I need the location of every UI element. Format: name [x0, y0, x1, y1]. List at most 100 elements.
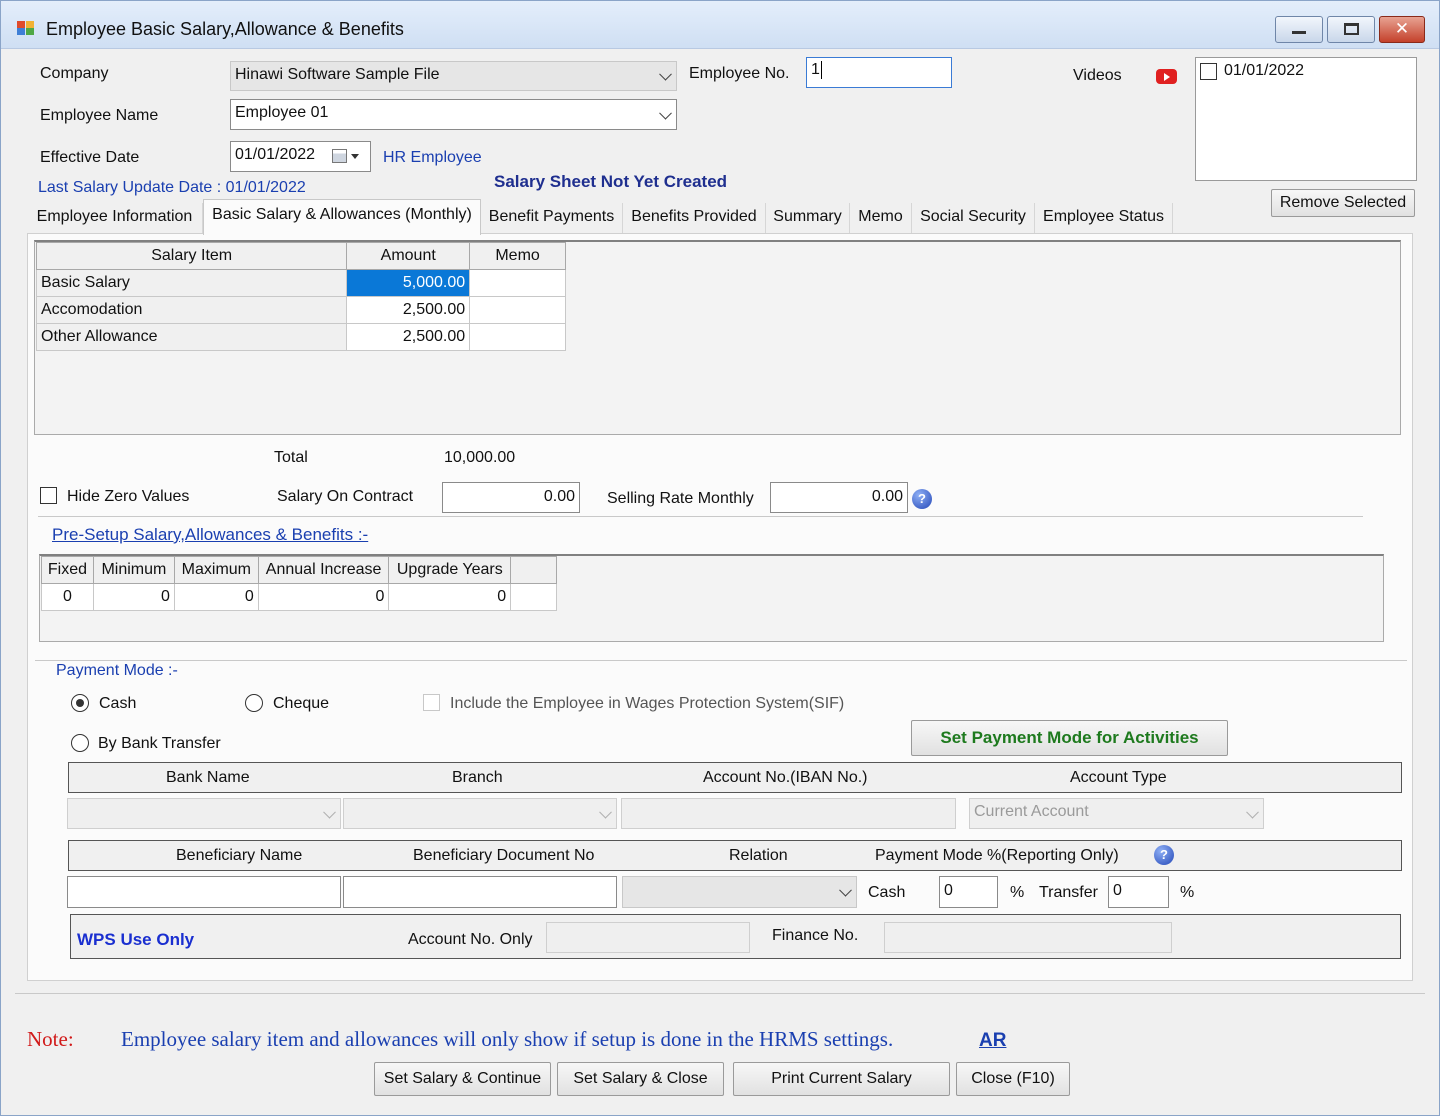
set-payment-mode-button[interactable]: Set Payment Mode for Activities — [911, 720, 1228, 756]
beneficiary-document-header: Beneficiary Document No — [413, 847, 595, 864]
account-type-select[interactable]: Current Account — [969, 798, 1264, 829]
cash-pct-input[interactable]: 0 — [939, 876, 998, 908]
employee-name-select[interactable]: Employee 01 — [230, 99, 677, 130]
account-no-only-input[interactable] — [546, 922, 750, 953]
cash-pct-sign: % — [1010, 884, 1025, 901]
employee-name-value: Employee 01 — [235, 104, 329, 121]
ar-link[interactable]: AR — [979, 1030, 1006, 1052]
column-header-amount[interactable]: Amount — [346, 242, 471, 270]
account-no-only-label: Account No. Only — [408, 931, 533, 948]
videos-label: Videos — [1073, 67, 1122, 84]
account-no-input[interactable] — [621, 798, 956, 829]
tab-summary[interactable]: Summary — [766, 203, 850, 233]
tab-memo[interactable]: Memo — [850, 203, 912, 233]
hr-employee-link[interactable]: HR Employee — [383, 149, 482, 167]
employee-no-value: 1 — [811, 61, 820, 79]
table-row[interactable]: Accomodation 2,500.00 — [35, 296, 566, 324]
beneficiary-document-input[interactable] — [343, 876, 617, 908]
cash-radio[interactable] — [71, 694, 89, 712]
memo-cell[interactable] — [469, 323, 566, 351]
wps-checkbox[interactable] — [423, 694, 440, 711]
remove-selected-button[interactable]: Remove Selected — [1271, 189, 1415, 217]
tab-employee-status[interactable]: Employee Status — [1035, 203, 1173, 233]
table-row[interactable]: Other Allowance 2,500.00 — [35, 323, 566, 351]
help-icon[interactable]: ? — [1154, 845, 1174, 865]
maximum-cell[interactable]: 0 — [173, 583, 259, 611]
chevron-down-icon — [1246, 805, 1259, 819]
effective-date-list[interactable]: 01/01/2022 — [1195, 57, 1417, 181]
salary-item-cell[interactable]: Basic Salary — [35, 269, 348, 297]
close-icon: ✕ — [1394, 19, 1410, 38]
minimize-icon — [1292, 31, 1306, 34]
payment-mode-pct-header: Payment Mode %(Reporting Only) — [875, 847, 1119, 864]
help-icon[interactable]: ? — [912, 489, 932, 509]
column-header-upgrade-years[interactable]: Upgrade Years — [388, 556, 512, 584]
effective-date-picker[interactable]: 01/01/2022 — [230, 141, 371, 172]
transfer-pct-input[interactable]: 0 — [1108, 876, 1169, 908]
bank-transfer-radio[interactable] — [71, 734, 89, 752]
effective-date-value: 01/01/2022 — [235, 146, 316, 163]
annual-increase-cell[interactable]: 0 — [257, 583, 390, 611]
tab-employee-information[interactable]: Employee Information — [27, 203, 203, 233]
hide-zero-checkbox[interactable] — [40, 487, 57, 504]
close-window-button[interactable]: ✕ — [1379, 16, 1425, 43]
employee-no-input[interactable]: 1 — [806, 57, 952, 88]
salary-item-cell[interactable]: Other Allowance — [35, 323, 348, 351]
column-header-memo[interactable]: Memo — [469, 242, 566, 270]
divider — [15, 993, 1425, 994]
column-header-annual-increase[interactable]: Annual Increase — [257, 556, 390, 584]
branch-select[interactable] — [343, 798, 617, 829]
company-select[interactable]: Hinawi Software Sample File — [230, 61, 677, 91]
amount-cell[interactable]: 2,500.00 — [346, 296, 471, 324]
column-header-fixed[interactable]: Fixed — [41, 556, 94, 584]
salary-item-cell[interactable]: Accomodation — [35, 296, 348, 324]
memo-cell[interactable] — [469, 296, 566, 324]
set-salary-close-button[interactable]: Set Salary & Close — [557, 1062, 724, 1096]
minimize-button[interactable] — [1275, 16, 1323, 43]
close-button[interactable]: Close (F10) — [956, 1062, 1070, 1096]
column-header-minimum[interactable]: Minimum — [92, 556, 175, 584]
company-label: Company — [40, 65, 109, 82]
salary-on-contract-input[interactable]: 0.00 — [442, 482, 580, 513]
finance-no-input[interactable] — [884, 922, 1172, 953]
tab-basic-salary[interactable]: Basic Salary & Allowances (Monthly) — [203, 199, 481, 235]
table-row[interactable]: 0 0 0 0 0 — [41, 583, 557, 611]
memo-cell[interactable] — [469, 269, 566, 297]
amount-cell[interactable]: 5,000.00 — [346, 269, 471, 297]
cash-pct-label: Cash — [868, 884, 906, 901]
date-item-checkbox[interactable] — [1200, 63, 1217, 80]
presetup-grid-area: Fixed Minimum Maximum Annual Increase Up… — [39, 554, 1384, 642]
minimum-cell[interactable]: 0 — [92, 583, 175, 611]
beneficiary-name-input[interactable] — [67, 876, 341, 908]
fixed-cell[interactable]: 0 — [41, 583, 94, 611]
salary-on-contract-label: Salary On Contract — [277, 488, 414, 505]
note-label: Note: — [27, 1027, 74, 1051]
maximize-button[interactable] — [1327, 16, 1375, 43]
column-header-salary-item[interactable]: Salary Item — [35, 242, 348, 270]
chevron-down-icon — [659, 106, 672, 120]
wps-use-only-label: WPS Use Only — [77, 930, 195, 949]
chevron-down-icon — [323, 805, 336, 819]
bank-name-select[interactable] — [67, 798, 341, 829]
tab-social-security[interactable]: Social Security — [912, 203, 1035, 233]
tab-benefits-provided[interactable]: Benefits Provided — [623, 203, 766, 233]
youtube-icon[interactable] — [1156, 69, 1177, 84]
set-salary-continue-button[interactable]: Set Salary & Continue — [374, 1062, 551, 1096]
account-no-header: Account No.(IBAN No.) — [703, 769, 868, 786]
tab-benefit-payments[interactable]: Benefit Payments — [481, 203, 623, 233]
selling-rate-input[interactable]: 0.00 — [770, 482, 908, 513]
amount-cell[interactable]: 2,500.00 — [346, 323, 471, 351]
selling-rate-label: Selling Rate Monthly — [607, 490, 754, 507]
column-header-maximum[interactable]: Maximum — [173, 556, 259, 584]
print-current-salary-button[interactable]: Print Current Salary — [733, 1062, 950, 1096]
presetup-title[interactable]: Pre-Setup Salary,Allowances & Benefits :… — [52, 525, 368, 545]
list-item[interactable]: 01/01/2022 — [1200, 62, 1410, 85]
relation-select[interactable] — [622, 876, 857, 908]
bank-header-bar: Bank Name Branch Account No.(IBAN No.) A… — [68, 762, 1402, 793]
transfer-label: Transfer — [1039, 884, 1098, 901]
account-type-value: Current Account — [974, 803, 1089, 820]
cheque-radio[interactable] — [245, 694, 263, 712]
table-row[interactable]: Basic Salary 5,000.00 — [35, 269, 566, 297]
upgrade-years-cell[interactable]: 0 — [388, 583, 512, 611]
calendar-icon[interactable] — [332, 149, 347, 163]
